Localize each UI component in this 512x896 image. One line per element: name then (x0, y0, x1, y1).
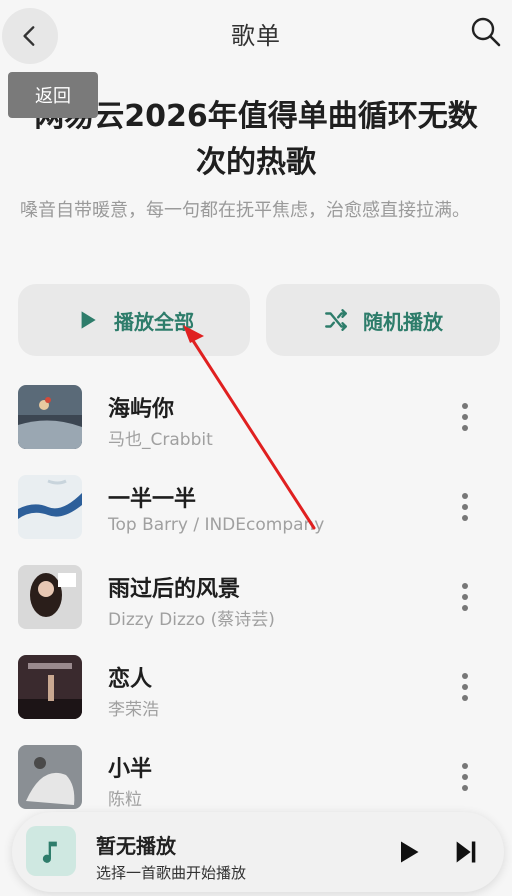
song-row[interactable]: 一半一半 Top Barry / INDEcompany (0, 475, 512, 561)
song-artist: 李荣浩 (108, 700, 159, 720)
more-options-icon[interactable] (456, 401, 474, 433)
play-all-button[interactable]: 播放全部 (18, 284, 250, 356)
now-playing-cover (26, 826, 76, 876)
song-row[interactable]: 海屿你 马也_Crabbit (0, 385, 512, 471)
back-tooltip: 返回 (8, 72, 98, 118)
song-title: 海屿你 (108, 397, 175, 422)
song-artist: Dizzy Dizzo (蔡诗芸) (108, 610, 275, 630)
more-options-icon[interactable] (456, 491, 474, 523)
play-icon[interactable] (394, 838, 422, 866)
shuffle-button[interactable]: 随机播放 (266, 284, 500, 356)
song-artist: 马也_Crabbit (108, 430, 213, 450)
more-options-icon[interactable] (456, 671, 474, 703)
mini-player[interactable]: 暂无播放 选择一首歌曲开始播放 (12, 812, 504, 892)
play-icon (81, 311, 96, 329)
skip-next-icon[interactable] (452, 838, 480, 866)
music-note-icon (42, 841, 57, 863)
album-cover (18, 475, 82, 539)
search-icon (471, 17, 501, 47)
song-artist: 陈粒 (108, 790, 142, 810)
song-title: 一半一半 (108, 487, 197, 512)
album-cover (18, 565, 82, 629)
now-playing-title: 暂无播放 (96, 834, 176, 858)
song-title: 雨过后的风景 (108, 577, 241, 602)
top-bar: 歌单 (0, 0, 512, 68)
more-options-icon[interactable] (456, 761, 474, 793)
album-cover (18, 385, 82, 449)
song-title: 恋人 (108, 667, 153, 692)
shuffle-label: 随机播放 (363, 309, 443, 334)
play-all-label: 播放全部 (114, 309, 194, 334)
shuffle-icon (325, 309, 347, 331)
search-button[interactable] (468, 14, 504, 50)
song-artist: Top Barry / INDEcompany (108, 515, 325, 535)
more-options-icon[interactable] (456, 581, 474, 613)
playlist-description: 嗓音自带暖意，每一句都在抚平焦虑，治愈感直接拉满。 (20, 200, 470, 221)
song-row[interactable]: 恋人 李荣浩 (0, 655, 512, 741)
page-title: 歌单 (231, 22, 281, 50)
album-cover (18, 745, 82, 809)
song-title: 小半 (108, 757, 153, 782)
album-cover (18, 655, 82, 719)
song-row[interactable]: 雨过后的风景 Dizzy Dizzo (蔡诗芸) (0, 565, 512, 651)
now-playing-subtitle: 选择一首歌曲开始播放 (96, 864, 247, 882)
